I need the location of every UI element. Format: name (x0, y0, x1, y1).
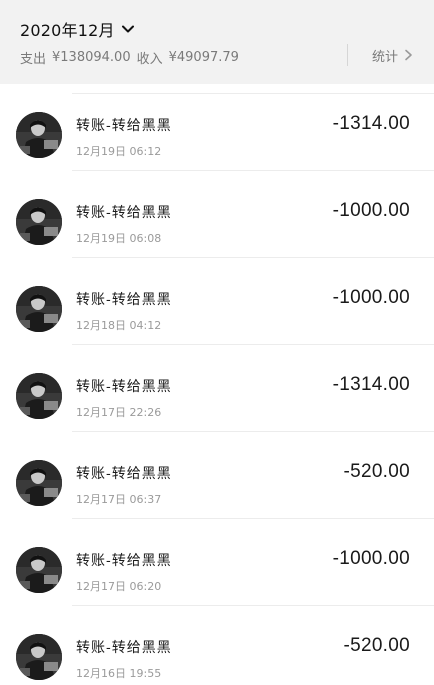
bill-summary-header: 2020年12月 支出 ¥138094.00 收入 ¥49097.79 统计 (0, 0, 434, 84)
chevron-right-icon (405, 49, 412, 61)
avatar-image (16, 634, 62, 680)
vertical-divider (347, 44, 348, 66)
transaction-row[interactable]: 转账-转给黑黑 12月17日 06:20 -1000.00 (0, 519, 434, 606)
transaction-amount: -1000.00 (332, 287, 410, 308)
transaction-time: 12月16日 19:55 (76, 667, 162, 680)
transaction-title: 转账-转给黑黑 (76, 553, 172, 569)
avatar-image (16, 112, 62, 158)
avatar (16, 547, 62, 593)
avatar-image (16, 547, 62, 593)
avatar-image (16, 460, 62, 506)
month-selector[interactable]: 2020年12月 (20, 17, 135, 41)
income-label: 收入 (136, 51, 163, 67)
transaction-amount: -1314.00 (332, 374, 410, 395)
transaction-amount: -1314.00 (332, 113, 410, 134)
transaction-amount: -520.00 (343, 461, 410, 482)
transaction-title: 转账-转给黑黑 (76, 379, 172, 395)
avatar (16, 373, 62, 419)
expense-value: ¥138094.00 (52, 49, 131, 65)
month-label: 2020年12月 (20, 21, 115, 40)
avatar-image (16, 373, 62, 419)
transaction-title: 转账-转给黑黑 (76, 292, 172, 308)
stats-label: 统计 (372, 49, 399, 65)
income-value: ¥49097.79 (168, 49, 239, 65)
transaction-title: 转账-转给黑黑 (76, 205, 172, 221)
avatar (16, 286, 62, 332)
transaction-title: 转账-转给黑黑 (76, 640, 172, 656)
transaction-row[interactable]: 转账-转给黑黑 12月18日 04:12 -1000.00 (0, 258, 434, 345)
transaction-row[interactable]: 转账-转给黑黑 12月16日 19:55 -520.00 (0, 606, 434, 685)
transaction-time: 12月19日 06:12 (76, 145, 162, 158)
transaction-time: 12月17日 06:37 (76, 493, 162, 506)
transaction-time: 12月17日 06:20 (76, 580, 162, 593)
transaction-time: 12月18日 04:12 (76, 319, 162, 332)
chevron-down-icon (121, 25, 134, 33)
transaction-row[interactable]: 转账-转给黑黑 12月19日 06:08 -1000.00 (0, 171, 434, 258)
stats-button[interactable]: 统计 (372, 45, 413, 65)
transaction-title: 转账-转给黑黑 (76, 466, 172, 482)
transaction-row[interactable]: 转账-转给黑黑 12月17日 22:26 -1314.00 (0, 345, 434, 432)
transaction-time: 12月19日 06:08 (76, 232, 162, 245)
avatar-image (16, 199, 62, 245)
transaction-row[interactable]: 转账-转给黑黑 12月19日 06:12 -1314.00 (0, 84, 434, 171)
transaction-row[interactable]: 转账-转给黑黑 12月17日 06:37 -520.00 (0, 432, 434, 519)
transaction-amount: -1000.00 (332, 548, 410, 569)
transaction-time: 12月17日 22:26 (76, 406, 162, 419)
transaction-amount: -1000.00 (332, 200, 410, 221)
avatar (16, 112, 62, 158)
avatar (16, 199, 62, 245)
transaction-amount: -520.00 (343, 635, 410, 656)
avatar-image (16, 286, 62, 332)
monthly-summary: 支出 ¥138094.00 收入 ¥49097.79 (20, 47, 239, 67)
avatar (16, 634, 62, 680)
avatar (16, 460, 62, 506)
transaction-list: 转账-转给黑黑 12月19日 06:12 -1314.00 转账-转给黑黑 12… (0, 84, 434, 685)
transaction-title: 转账-转给黑黑 (76, 118, 172, 134)
expense-label: 支出 (20, 51, 47, 67)
